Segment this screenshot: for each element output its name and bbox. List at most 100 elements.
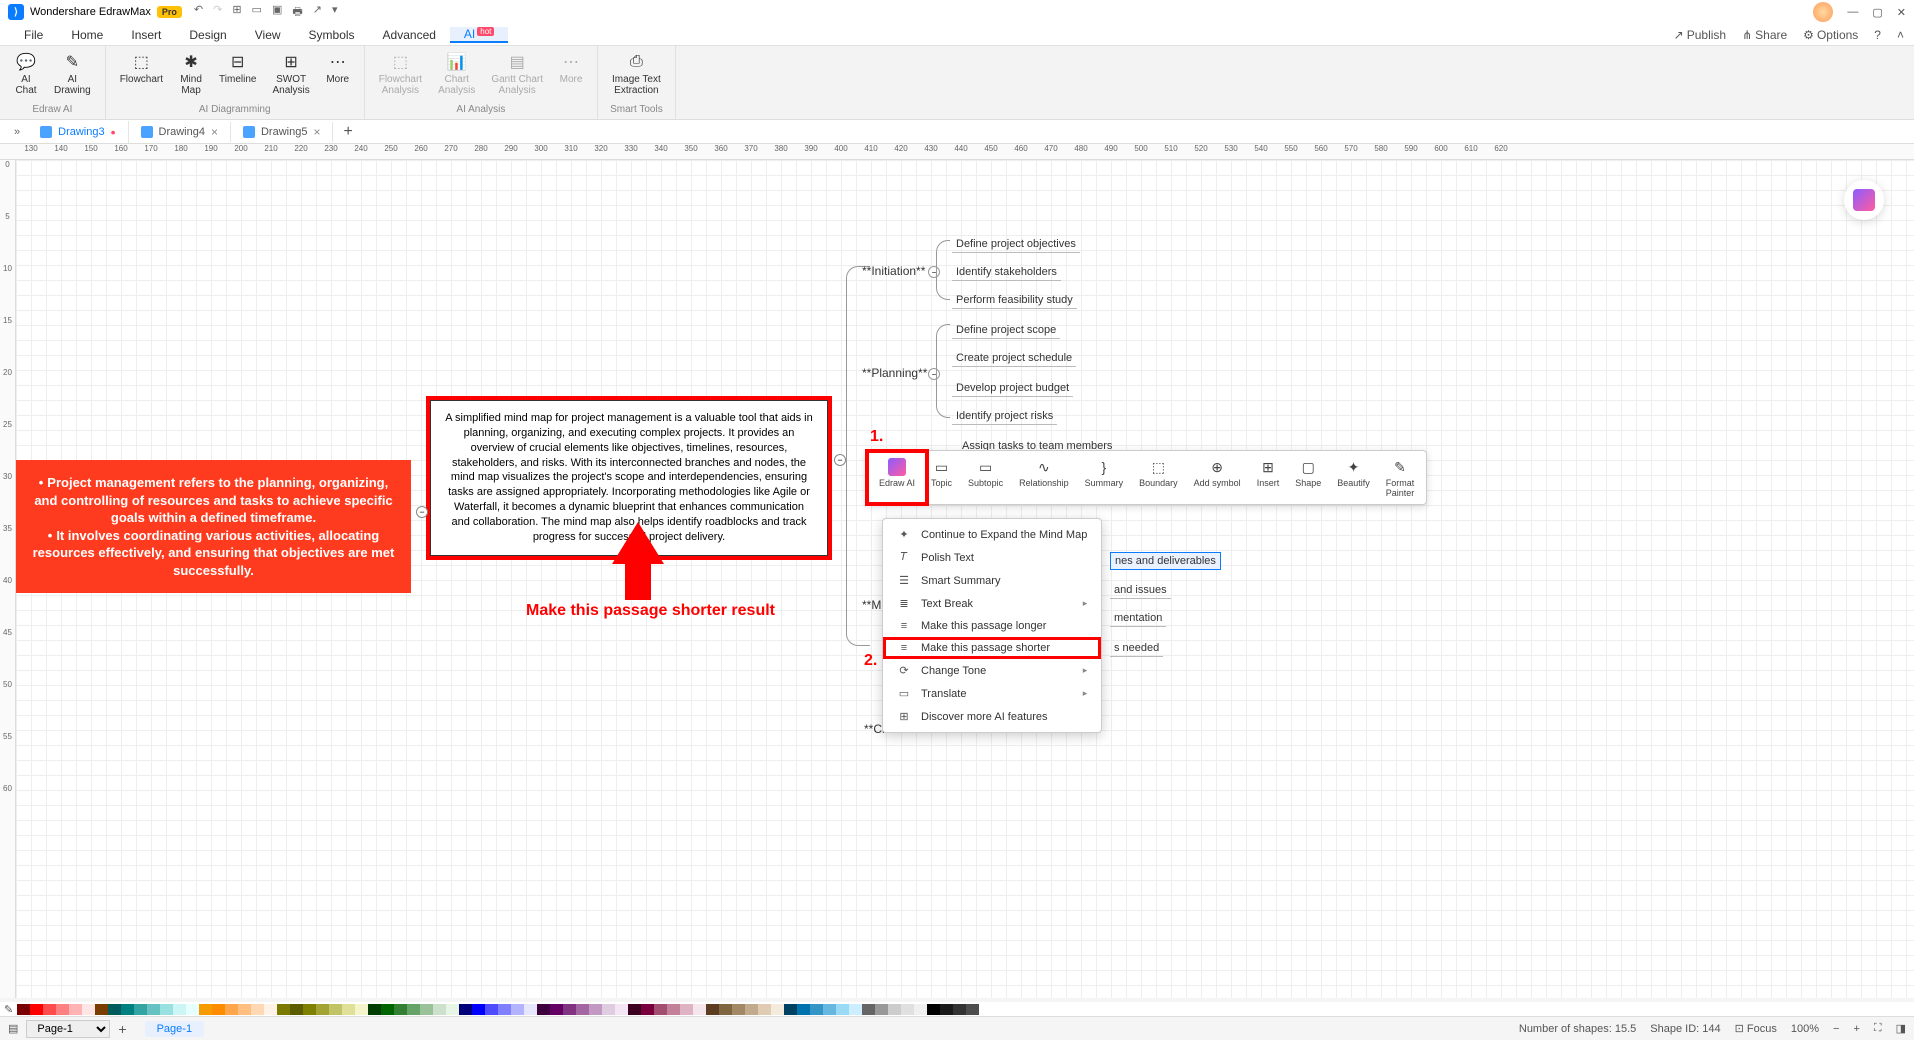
color-swatch[interactable] xyxy=(459,1004,472,1015)
leaf-partial[interactable]: and issues xyxy=(1110,582,1171,599)
color-swatch[interactable] xyxy=(212,1004,225,1015)
color-swatch[interactable] xyxy=(849,1004,862,1015)
page-list-icon[interactable]: ▤ xyxy=(8,1022,18,1035)
relationship-button[interactable]: ∿Relationship xyxy=(1011,455,1077,500)
eyedropper-icon[interactable]: ✎ xyxy=(4,1003,13,1016)
menu-advanced[interactable]: Advanced xyxy=(369,28,450,42)
zoom-out-button[interactable]: − xyxy=(1833,1023,1839,1035)
color-swatch[interactable] xyxy=(836,1004,849,1015)
color-swatch[interactable] xyxy=(95,1004,108,1015)
color-swatch[interactable] xyxy=(563,1004,576,1015)
color-swatch[interactable] xyxy=(121,1004,134,1015)
color-swatch[interactable] xyxy=(589,1004,602,1015)
close-icon[interactable]: ✕ xyxy=(1897,6,1906,19)
shape-button[interactable]: ▢Shape xyxy=(1287,455,1329,500)
color-swatch[interactable] xyxy=(654,1004,667,1015)
node-red-summary[interactable]: Project management refers to the plannin… xyxy=(16,460,411,593)
add-page-button[interactable]: + xyxy=(118,1021,126,1037)
color-swatch[interactable] xyxy=(329,1004,342,1015)
menu-home[interactable]: Home xyxy=(57,28,117,42)
branch-planning[interactable]: **Planning** xyxy=(862,366,927,380)
color-swatch[interactable] xyxy=(134,1004,147,1015)
user-avatar[interactable] xyxy=(1813,2,1833,22)
redo-icon[interactable]: ↷ xyxy=(213,3,222,22)
close-tab-icon[interactable]: × xyxy=(211,125,218,139)
leaf[interactable]: Perform feasibility study xyxy=(952,292,1077,309)
color-swatch[interactable] xyxy=(43,1004,56,1015)
leaf-partial[interactable]: s needed xyxy=(1110,640,1163,657)
ai-fab-button[interactable] xyxy=(1844,180,1884,220)
color-swatch[interactable] xyxy=(511,1004,524,1015)
color-swatch[interactable] xyxy=(979,1004,992,1015)
color-swatch[interactable] xyxy=(30,1004,43,1015)
add-tab-button[interactable]: + xyxy=(333,123,362,141)
color-swatch[interactable] xyxy=(706,1004,719,1015)
color-swatch[interactable] xyxy=(238,1004,251,1015)
subtopic-button[interactable]: ▭Subtopic xyxy=(960,455,1011,500)
color-swatch[interactable] xyxy=(485,1004,498,1015)
page-tab[interactable]: Page-1 xyxy=(145,1021,204,1037)
color-swatch[interactable] xyxy=(251,1004,264,1015)
new-icon[interactable]: ⊞ xyxy=(232,3,241,22)
color-swatch[interactable] xyxy=(784,1004,797,1015)
export-icon[interactable]: ↗ xyxy=(313,3,322,22)
branch-initiation[interactable]: **Initiation** xyxy=(862,264,925,278)
color-swatch[interactable] xyxy=(641,1004,654,1015)
color-swatch[interactable] xyxy=(433,1004,446,1015)
flowchart-analysis-button[interactable]: ⬚Flowchart Analysis xyxy=(373,50,428,98)
color-swatch[interactable] xyxy=(888,1004,901,1015)
leaf[interactable]: Identify stakeholders xyxy=(952,264,1061,281)
swot-button[interactable]: ⊞SWOT Analysis xyxy=(266,50,315,98)
color-swatch[interactable] xyxy=(407,1004,420,1015)
color-swatch[interactable] xyxy=(446,1004,459,1015)
print-icon[interactable]: 🖶 xyxy=(292,3,302,22)
leaf[interactable]: Define project objectives xyxy=(952,236,1080,253)
more-analysis-button[interactable]: ⋯More xyxy=(553,50,589,87)
add-symbol-button[interactable]: ⊕Add symbol xyxy=(1186,455,1249,500)
color-swatch[interactable] xyxy=(680,1004,693,1015)
color-swatch[interactable] xyxy=(277,1004,290,1015)
color-swatch[interactable] xyxy=(719,1004,732,1015)
color-swatch[interactable] xyxy=(355,1004,368,1015)
color-swatch[interactable] xyxy=(290,1004,303,1015)
color-swatch[interactable] xyxy=(472,1004,485,1015)
color-swatch[interactable] xyxy=(420,1004,433,1015)
color-swatch[interactable] xyxy=(69,1004,82,1015)
menu-change-tone[interactable]: ⟳Change Tone▸ xyxy=(883,659,1101,682)
color-swatch[interactable] xyxy=(17,1004,30,1015)
menu-file[interactable]: File xyxy=(10,28,57,42)
menu-text-break[interactable]: ≣Text Break▸ xyxy=(883,592,1101,615)
leaf-partial[interactable]: nes and deliverables xyxy=(1110,552,1221,570)
color-swatch[interactable] xyxy=(615,1004,628,1015)
leaf-partial[interactable]: mentation xyxy=(1110,610,1166,627)
qat-more-icon[interactable]: ▾ xyxy=(332,3,338,22)
menu-translate[interactable]: ▭Translate▸ xyxy=(883,682,1101,705)
color-swatch[interactable] xyxy=(381,1004,394,1015)
expand-tabs-icon[interactable]: » xyxy=(6,126,28,138)
menu-symbols[interactable]: Symbols xyxy=(295,28,369,42)
summary-button[interactable]: }Summary xyxy=(1077,455,1132,500)
maximize-icon[interactable]: ▢ xyxy=(1872,6,1882,19)
leaf[interactable]: Create project schedule xyxy=(952,350,1076,367)
color-swatch[interactable] xyxy=(758,1004,771,1015)
page-selector[interactable]: Page-1 xyxy=(26,1020,110,1038)
share-button[interactable]: ⋔ Share xyxy=(1742,28,1787,42)
menu-polish-text[interactable]: 𝑇Polish Text xyxy=(883,546,1101,569)
focus-button[interactable]: ⊡ Focus xyxy=(1735,1022,1777,1035)
color-swatch[interactable] xyxy=(667,1004,680,1015)
color-swatch[interactable] xyxy=(771,1004,784,1015)
more-diagram-button[interactable]: ⋯More xyxy=(320,50,356,87)
color-swatch[interactable] xyxy=(394,1004,407,1015)
color-swatch[interactable] xyxy=(173,1004,186,1015)
color-swatch[interactable] xyxy=(225,1004,238,1015)
insert-button[interactable]: ⊞Insert xyxy=(1249,455,1288,500)
doc-tab-drawing4[interactable]: Drawing4 × xyxy=(129,122,231,142)
color-swatch[interactable] xyxy=(914,1004,927,1015)
color-swatch[interactable] xyxy=(199,1004,212,1015)
menu-insert[interactable]: Insert xyxy=(117,28,175,42)
timeline-button[interactable]: ⊟Timeline xyxy=(213,50,262,87)
image-text-extraction-button[interactable]: ⎙Image Text Extraction xyxy=(606,50,667,98)
color-swatch[interactable] xyxy=(524,1004,537,1015)
help-icon[interactable]: ? xyxy=(1874,28,1881,42)
color-swatch[interactable] xyxy=(823,1004,836,1015)
